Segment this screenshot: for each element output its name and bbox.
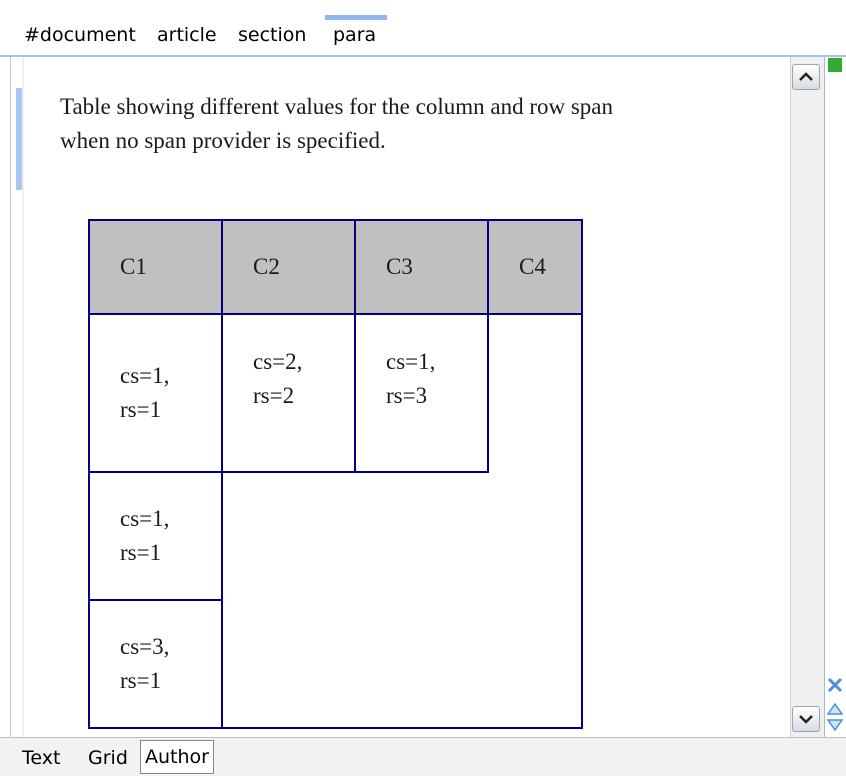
table-header-cell[interactable]: C3: [354, 219, 489, 315]
breadcrumb-item-article[interactable]: article: [157, 24, 217, 46]
cell-line: cs=1,: [120, 506, 170, 531]
cell-line: rs=2: [253, 383, 295, 408]
table-row: cs=1, rs=1 cs=2, rs=2 cs=1, rs=3: [88, 313, 583, 473]
cell-line: cs=1,: [120, 363, 170, 388]
tab-text[interactable]: Text: [18, 744, 64, 772]
cell-line: rs=1: [120, 668, 162, 693]
table-header-row: C1 C2 C3 C4: [88, 219, 583, 315]
vertical-scrollbar[interactable]: [790, 57, 825, 737]
cell-line: cs=1,: [386, 349, 436, 374]
paragraph-selection-marker: [16, 88, 22, 190]
collapse-x-icon[interactable]: [826, 676, 844, 694]
table-cell-empty[interactable]: [487, 313, 583, 472]
breadcrumb-item-section[interactable]: section: [238, 24, 306, 46]
cell-line: rs=3: [386, 383, 428, 408]
breadcrumb-item-document[interactable]: #document: [24, 24, 136, 46]
cell-line: rs=1: [120, 397, 162, 422]
table-cell[interactable]: cs=1, rs=3: [354, 313, 489, 473]
editor-gutter: [22, 57, 24, 737]
cell-line: rs=1: [120, 540, 162, 565]
status-ok-marker: [828, 58, 842, 72]
cell-line: cs=3,: [120, 634, 170, 659]
scroll-up-arrow-icon[interactable]: [792, 64, 820, 90]
breadcrumb: #document article section para: [0, 0, 846, 57]
navigate-up-down-icon[interactable]: [826, 700, 844, 734]
table-cell[interactable]: cs=3, rs=1: [88, 599, 223, 729]
table-row: cs=1, rs=1: [88, 471, 583, 729]
table-header-cell[interactable]: C1: [88, 219, 223, 315]
scroll-down-arrow-icon[interactable]: [792, 706, 820, 732]
table-cell[interactable]: cs=1, rs=1: [88, 313, 223, 473]
span-table: C1 C2 C3 C4 cs=1, rs=1 cs=2, rs=2 cs=1, …: [88, 219, 583, 729]
tab-author[interactable]: Author: [140, 740, 214, 774]
breadcrumb-item-para[interactable]: para: [333, 24, 376, 46]
breadcrumb-active-indicator: [325, 15, 387, 20]
table-header-cell[interactable]: C4: [487, 219, 583, 315]
paragraph-text[interactable]: Table showing different values for the c…: [60, 90, 620, 158]
editor-mode-tabs: Text Grid Author: [0, 737, 846, 776]
overview-ruler: [824, 57, 846, 737]
table-empty-span-area: [221, 472, 583, 729]
table-cell[interactable]: cs=1, rs=1: [88, 471, 223, 601]
cell-line: cs=2,: [253, 349, 303, 374]
table-cell[interactable]: cs=2, rs=2: [221, 313, 356, 473]
table-header-cell[interactable]: C2: [221, 219, 356, 315]
tab-grid[interactable]: Grid: [84, 744, 132, 772]
